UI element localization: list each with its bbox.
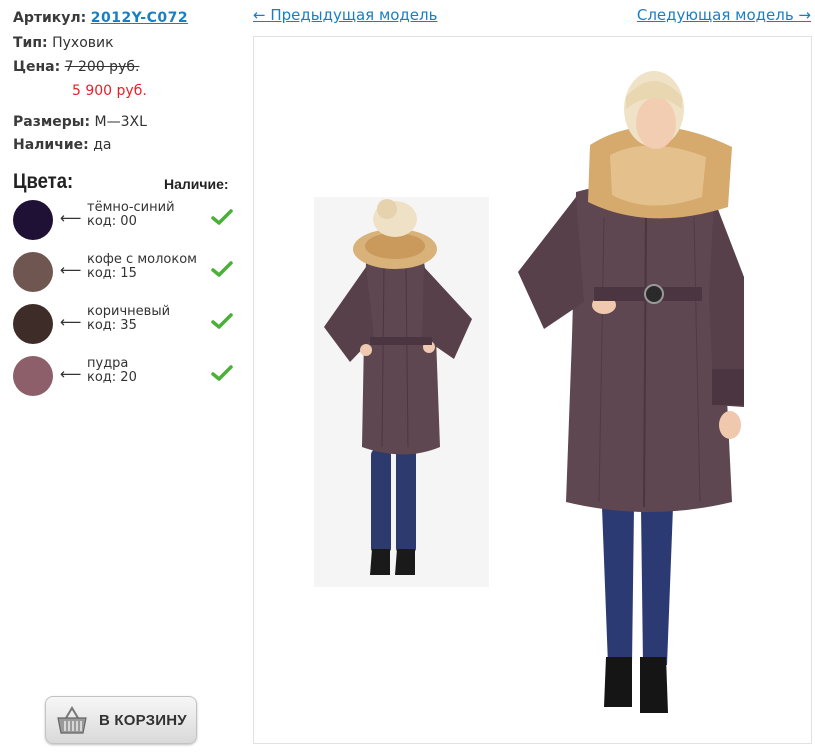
color-label: кофе с молоком код: 15 — [87, 253, 197, 281]
color-name: пудра — [87, 356, 129, 371]
colors-availability-heading: Наличие: — [164, 176, 229, 192]
basket-icon — [57, 706, 87, 734]
color-name: кофе с молоком — [87, 252, 197, 267]
left-arrow-icon: ⟵ — [60, 209, 82, 227]
sizes-value: M—3XL — [94, 114, 147, 130]
color-swatch[interactable] — [13, 200, 53, 240]
color-name: тёмно-синий — [87, 200, 175, 215]
color-name: коричневый — [87, 304, 171, 319]
next-model-link[interactable]: Следующая модель → — [637, 6, 811, 24]
sale-price-row: 5 900 руб. — [72, 83, 147, 99]
availability-value: да — [93, 137, 112, 153]
color-code: код: 20 — [87, 370, 137, 385]
sizes-label: Размеры: — [13, 114, 91, 130]
checkmark-icon — [211, 261, 233, 277]
left-arrow-icon: ⟵ — [60, 365, 82, 383]
color-code: код: 00 — [87, 214, 137, 229]
type-row: Тип: Пуховик — [13, 35, 114, 51]
color-option[interactable]: ⟵ кофе с молоком код: 15 — [13, 252, 238, 294]
availability-row: Наличие: да — [13, 137, 111, 153]
coat-model-illustration — [314, 71, 744, 713]
color-swatch[interactable] — [13, 304, 53, 344]
color-option[interactable]: ⟵ коричневый код: 35 — [13, 304, 238, 346]
price-row: Цена: 7 200 руб. — [13, 59, 139, 75]
color-swatch[interactable] — [13, 356, 53, 396]
checkmark-icon — [211, 313, 233, 329]
left-arrow-icon: ⟵ — [60, 313, 82, 331]
front-view-figure — [518, 71, 744, 713]
color-label: коричневый код: 35 — [87, 305, 170, 333]
color-option[interactable]: ⟵ пудра код: 20 — [13, 356, 238, 398]
type-value: Пуховик — [52, 35, 114, 51]
sale-price: 5 900 руб. — [72, 83, 147, 99]
previous-model-link[interactable]: ← Предыдущая модель — [253, 6, 437, 24]
product-photo[interactable] — [253, 36, 812, 744]
add-to-cart-label: В КОРЗИНУ — [99, 712, 187, 729]
sizes-row: Размеры: M—3XL — [13, 114, 147, 130]
color-code: код: 15 — [87, 266, 137, 281]
price-label: Цена: — [13, 59, 61, 75]
checkmark-icon — [211, 209, 233, 225]
type-label: Тип: — [13, 35, 48, 51]
article-row: Артикул: 2012Y-C072 — [13, 10, 188, 26]
article-label: Артикул: — [13, 10, 87, 26]
color-label: тёмно-синий код: 00 — [87, 201, 175, 229]
old-price: 7 200 руб. — [64, 59, 140, 75]
checkmark-icon — [211, 365, 233, 381]
colors-heading: Цвета: — [13, 170, 74, 193]
availability-label: Наличие: — [13, 137, 89, 153]
color-label: пудра код: 20 — [87, 357, 137, 385]
add-to-cart-button[interactable]: В КОРЗИНУ — [45, 696, 197, 744]
left-arrow-icon: ⟵ — [60, 261, 82, 279]
color-swatch[interactable] — [13, 252, 53, 292]
color-option[interactable]: ⟵ тёмно-синий код: 00 — [13, 200, 238, 242]
article-link[interactable]: 2012Y-C072 — [91, 10, 188, 26]
color-code: код: 35 — [87, 318, 137, 333]
